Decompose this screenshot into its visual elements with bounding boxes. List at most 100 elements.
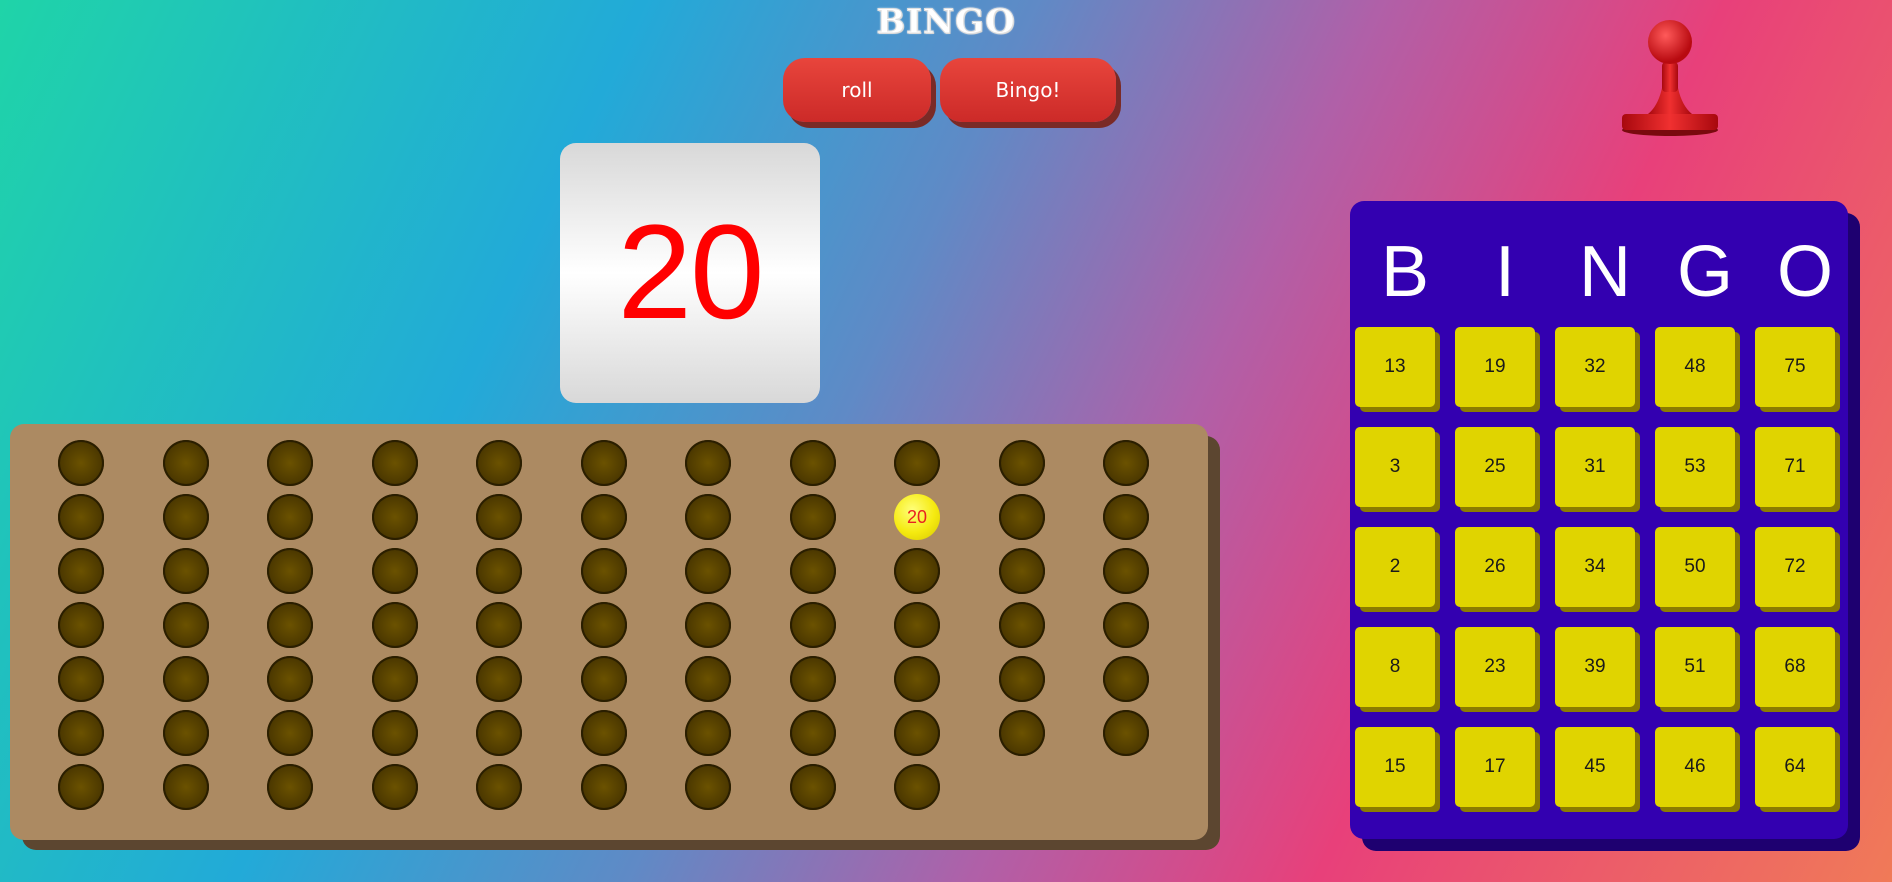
current-number: 20 — [617, 198, 764, 347]
card-cell[interactable]: 13 — [1355, 327, 1435, 407]
board-hole — [685, 764, 731, 810]
board-hole — [371, 710, 418, 756]
card-cell[interactable]: 15 — [1355, 727, 1435, 807]
board-hole — [998, 440, 1045, 486]
board-hole — [476, 602, 522, 648]
card-cell[interactable]: 3 — [1355, 427, 1435, 507]
board-hole — [894, 710, 940, 756]
card-cell[interactable]: 71 — [1755, 427, 1835, 507]
card-cell[interactable]: 64 — [1755, 727, 1835, 807]
board-hole — [685, 494, 731, 540]
board-hole — [894, 548, 940, 594]
called-numbers-board: 20 — [10, 424, 1208, 840]
card-cell[interactable]: 32 — [1555, 327, 1635, 407]
board-hole — [998, 548, 1045, 594]
board-hole — [162, 440, 209, 486]
board-hole — [1103, 494, 1149, 540]
bingo-stamp-icon[interactable] — [1618, 18, 1722, 140]
board-hole — [58, 440, 104, 486]
board-hole — [476, 548, 522, 594]
board-hole — [162, 710, 209, 756]
board-hole — [580, 602, 627, 648]
board-hole — [58, 494, 104, 540]
board-hole — [58, 656, 104, 702]
board-hole — [685, 548, 731, 594]
board-hole — [580, 440, 627, 486]
card-cell[interactable]: 34 — [1555, 527, 1635, 607]
board-hole — [371, 440, 418, 486]
board-hole — [998, 656, 1045, 702]
board-hole — [789, 764, 836, 810]
board-hole — [580, 656, 627, 702]
board-hole — [162, 764, 209, 810]
card-cell[interactable]: 51 — [1655, 627, 1735, 707]
board-hole — [894, 764, 940, 810]
board-hole — [580, 548, 627, 594]
card-cell[interactable]: 26 — [1455, 527, 1535, 607]
board-hole — [998, 710, 1045, 756]
board-hole — [1103, 710, 1149, 756]
board-hole — [685, 710, 731, 756]
card-cell[interactable]: 39 — [1555, 627, 1635, 707]
bingo-button[interactable]: Bingo! — [940, 58, 1116, 122]
board-hole — [162, 656, 209, 702]
board-hole — [685, 602, 731, 648]
card-header-i: I — [1494, 232, 1515, 312]
called-ball: 20 — [894, 494, 940, 540]
card-cell[interactable]: 19 — [1455, 327, 1535, 407]
board-hole — [685, 656, 731, 702]
called-ball-label: 20 — [906, 506, 928, 527]
board-hole — [371, 764, 418, 810]
board-hole — [789, 494, 836, 540]
board-hole — [789, 548, 836, 594]
card-cell[interactable]: 68 — [1755, 627, 1835, 707]
card-cell[interactable]: 8 — [1355, 627, 1435, 707]
board-hole — [476, 710, 522, 756]
board-hole — [267, 440, 313, 486]
card-cell[interactable]: 50 — [1655, 527, 1735, 607]
board-hole — [1103, 548, 1149, 594]
board-hole — [162, 494, 209, 540]
board-hole — [58, 710, 104, 756]
board-hole — [894, 440, 940, 486]
board-hole — [58, 548, 104, 594]
board-hole — [371, 656, 418, 702]
board-hole — [476, 656, 522, 702]
card-cell[interactable]: 2 — [1355, 527, 1435, 607]
board-hole — [371, 494, 418, 540]
card-cell[interactable]: 31 — [1555, 427, 1635, 507]
board-hole — [789, 440, 836, 486]
board-hole — [267, 764, 313, 810]
board-hole — [476, 764, 522, 810]
board-hole — [998, 494, 1045, 540]
current-number-card: 20 — [560, 143, 820, 403]
card-header-n: N — [1579, 232, 1631, 312]
board-hole — [371, 548, 418, 594]
board-hole — [580, 710, 627, 756]
card-cell[interactable]: 72 — [1755, 527, 1835, 607]
board-hole — [580, 494, 627, 540]
board-hole — [267, 602, 313, 648]
board-hole — [162, 602, 209, 648]
card-cell[interactable]: 75 — [1755, 327, 1835, 407]
board-hole — [685, 440, 731, 486]
board-hole — [371, 602, 418, 648]
card-cell[interactable]: 23 — [1455, 627, 1535, 707]
board-hole — [789, 656, 836, 702]
board-hole — [894, 656, 940, 702]
board-hole — [789, 602, 836, 648]
bingo-card: B I N G O 13 19 32 48 75 3 25 31 53 71 2 26 34 50 72 8 23 39 51… — [1350, 201, 1848, 839]
card-cell[interactable]: 17 — [1455, 727, 1535, 807]
card-cell[interactable]: 46 — [1655, 727, 1735, 807]
board-hole — [998, 602, 1045, 648]
card-cell[interactable]: 25 — [1455, 427, 1535, 507]
roll-button[interactable]: roll — [783, 58, 931, 122]
card-cell[interactable]: 48 — [1655, 327, 1735, 407]
board-hole — [894, 602, 940, 648]
board-hole — [267, 548, 313, 594]
board-hole — [267, 494, 313, 540]
board-hole — [1103, 602, 1149, 648]
board-hole — [580, 764, 627, 810]
card-cell[interactable]: 45 — [1555, 727, 1635, 807]
card-cell[interactable]: 53 — [1655, 427, 1735, 507]
